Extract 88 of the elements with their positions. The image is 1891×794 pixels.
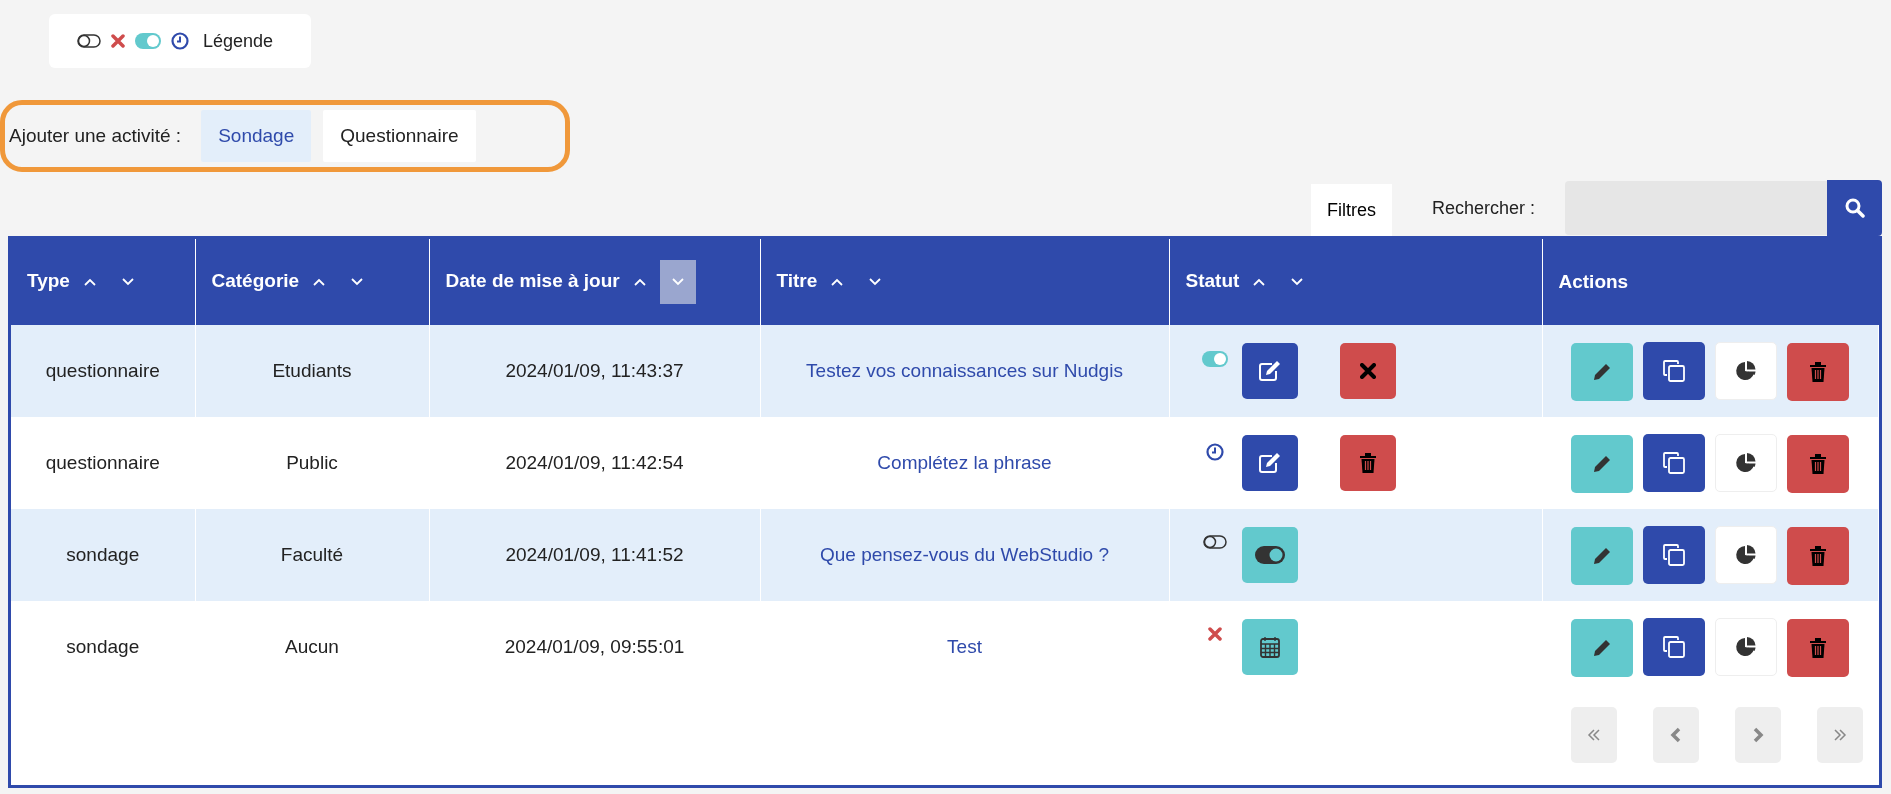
table-cell: Etudiants (272, 359, 352, 381)
edit-icon (1257, 452, 1282, 474)
search-button[interactable] (1827, 180, 1882, 236)
cross-icon (111, 34, 125, 48)
activity-title-link[interactable]: Testez vos connaissances sur Nudgis (806, 359, 1123, 381)
legend-label: Légende (203, 29, 274, 53)
copy-icon (1663, 635, 1686, 658)
table-cell: sondage (66, 635, 140, 657)
column-header: Actions (1558, 270, 1629, 292)
copy-icon (1663, 451, 1686, 474)
pie-chart-icon (1735, 635, 1758, 658)
trash-icon (1810, 361, 1827, 382)
edit-button[interactable] (1571, 618, 1634, 677)
sort-down-icon[interactable] (659, 260, 696, 304)
activity-title-link[interactable]: Que pensez-vous du WebStudio ? (819, 543, 1110, 565)
toggle-off-icon (77, 34, 101, 48)
activity-title-link[interactable]: Test (947, 635, 982, 657)
duplicate-button[interactable] (1643, 341, 1706, 400)
table-cell: 2024/01/09, 09:55:01 (504, 635, 685, 657)
edit-button[interactable] (1571, 342, 1634, 401)
table-cell: 2024/01/09, 11:43:37 (505, 359, 684, 381)
delete-button[interactable] (1339, 435, 1396, 491)
column-header: Date de mise à jour (445, 270, 620, 291)
toggle-on-icon (135, 33, 161, 49)
table-cell: Aucun (285, 635, 339, 657)
add-activity-label: Ajouter une activité : (9, 123, 182, 148)
chevron-left-icon (1670, 726, 1682, 744)
trash-icon (1359, 453, 1376, 473)
trash-icon (1810, 637, 1827, 658)
close-icon (1359, 363, 1376, 379)
activity-type-button[interactable]: Questionnaire (323, 109, 476, 163)
duplicate-button[interactable] (1643, 617, 1706, 676)
search-icon (1844, 198, 1865, 218)
column-header: Catégorie (211, 270, 300, 291)
table-cell: 2024/01/09, 11:42:54 (505, 451, 684, 473)
table-cell: Public (286, 451, 338, 473)
chevron-right-icon (1752, 726, 1764, 744)
edit-button[interactable] (1571, 434, 1634, 493)
table-cell: 2024/01/09, 11:41:52 (505, 543, 684, 565)
column-header: Titre (776, 270, 818, 291)
search-field[interactable] (1565, 181, 1827, 235)
calendar-icon (1259, 636, 1280, 658)
trash-icon (1810, 545, 1827, 566)
activity-title-link[interactable]: Complétez la phrase (877, 451, 1052, 473)
trash-icon (1810, 453, 1827, 474)
schedule-button[interactable] (1241, 619, 1298, 675)
clock-icon (171, 32, 189, 50)
copy-icon (1663, 543, 1686, 566)
copy-icon (1663, 359, 1686, 382)
pencil-icon (1592, 545, 1613, 566)
statistics-button[interactable] (1715, 433, 1778, 492)
statistics-button[interactable] (1715, 341, 1778, 400)
table-cell: Faculté (280, 543, 344, 565)
pencil-icon (1592, 361, 1613, 382)
table-cell: questionnaire (45, 359, 160, 381)
status-toggle-off-icon (1202, 535, 1227, 549)
delete-button[interactable] (1787, 526, 1850, 585)
statistics-button[interactable] (1715, 617, 1778, 676)
edit-icon (1257, 360, 1282, 382)
duplicate-button[interactable] (1643, 433, 1706, 492)
pie-chart-icon (1735, 543, 1758, 566)
statistics-button[interactable] (1715, 525, 1778, 584)
table-cell: questionnaire (45, 451, 160, 473)
pencil-icon (1592, 453, 1613, 474)
pie-chart-icon (1735, 451, 1758, 474)
previous-page-button[interactable] (1653, 707, 1699, 763)
table-cell: sondage (66, 543, 140, 565)
column-header: Statut (1185, 270, 1240, 291)
edit-button[interactable] (1241, 343, 1298, 399)
close-button[interactable] (1339, 343, 1396, 399)
edit-button[interactable] (1571, 526, 1634, 585)
filters-button[interactable]: Filtres (1310, 184, 1392, 236)
search-label: Rechercher : (1431, 196, 1535, 220)
column-header: Type (27, 270, 70, 291)
status-clock-icon (1205, 443, 1224, 461)
toggle-button[interactable] (1241, 527, 1298, 583)
pencil-icon (1592, 637, 1613, 658)
delete-button[interactable] (1787, 434, 1850, 493)
pie-chart-icon (1735, 359, 1758, 382)
duplicate-button[interactable] (1643, 525, 1706, 584)
toggle-icon (1254, 546, 1285, 564)
edit-button[interactable] (1241, 435, 1298, 491)
delete-button[interactable] (1787, 342, 1850, 401)
delete-button[interactable] (1787, 618, 1850, 677)
next-page-button[interactable] (1735, 707, 1781, 763)
status-toggle-on-icon (1201, 351, 1228, 367)
activity-type-button[interactable]: Sondage (201, 109, 312, 163)
status-cross-icon (1207, 627, 1222, 641)
